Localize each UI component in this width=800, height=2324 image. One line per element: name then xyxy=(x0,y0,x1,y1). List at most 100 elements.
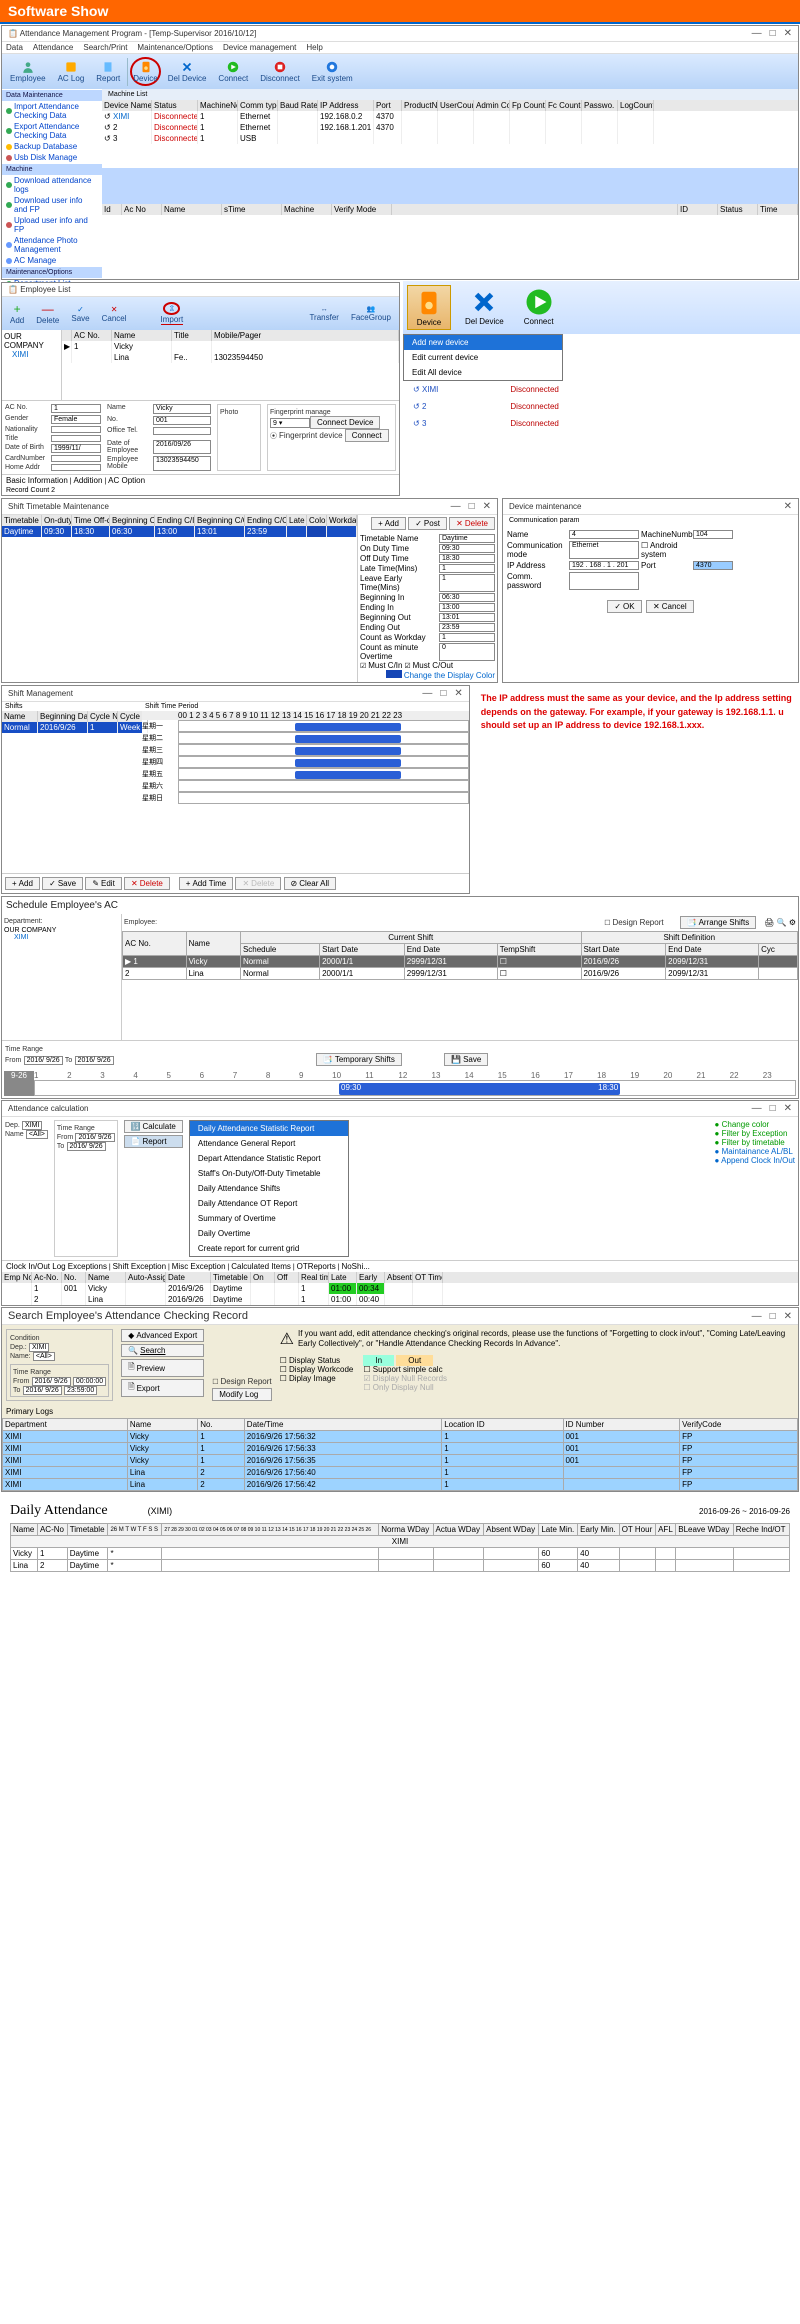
banner: Software Show xyxy=(0,0,800,24)
save-sched-btn[interactable]: 💾 Save xyxy=(444,1053,488,1066)
schedule-table: AC No.Name Current Shift Shift Definitio… xyxy=(122,931,798,980)
sidebar: Data Maintenance Import Attendance Check… xyxy=(2,89,102,279)
search-btn[interactable]: 🔍 Search xyxy=(121,1344,204,1357)
report-menu[interactable]: Daily Attendance Statistic Report Attend… xyxy=(189,1120,349,1257)
device-maint-window: Device maintenance✕ Communication param … xyxy=(502,498,799,683)
machine-grid-header: Device NameStatusMachineNo.Comm typeBaud… xyxy=(102,100,798,111)
table-row: Lina2Daytime*6040 xyxy=(11,1560,790,1572)
table-row[interactable]: 2LinaNormal2000/1/12999/12/31☐2016/9/262… xyxy=(123,968,798,980)
acno-input[interactable]: 1 xyxy=(51,404,101,413)
device-row[interactable]: ↺ XIMIDisconnected xyxy=(403,381,800,398)
main-window: 📋 Attendance Management Program - [Temp-… xyxy=(1,25,799,280)
table-row[interactable]: XIMILina22016/9/26 17:56:401FP xyxy=(3,1467,798,1479)
sm-deltime[interactable]: ✕ Delete xyxy=(235,877,281,890)
device-big-btn[interactable]: Device xyxy=(407,285,451,330)
save-btn[interactable]: ✓Save xyxy=(66,303,94,325)
tab-machine-list[interactable]: Machine List xyxy=(102,89,798,100)
table-row[interactable]: ▶ 1VickyNormal2000/1/12999/12/31☐2016/9/… xyxy=(123,956,798,968)
gender-select[interactable]: Female xyxy=(51,415,101,424)
ip-help-text: The IP address must the same as your dev… xyxy=(481,692,792,733)
modify-log-btn[interactable]: Modify Log xyxy=(212,1388,271,1401)
transfer-btn[interactable]: ↔Transfer xyxy=(304,304,344,324)
menu-edit-current[interactable]: Edit current device xyxy=(404,350,562,365)
toolbar: Employee AC Log Report Device Del Device… xyxy=(2,54,798,89)
tree-dept[interactable]: XIMI xyxy=(4,350,59,359)
tt-add[interactable]: + Add xyxy=(371,517,406,530)
sidebar-ul-user[interactable]: Upload user info and FP xyxy=(2,215,102,235)
menu-add-device[interactable]: Add new device xyxy=(404,335,562,350)
sm-addtime[interactable]: + Add Time xyxy=(179,877,233,890)
primary-logs-table: DepartmentNameNo.Date/TimeLocation IDID … xyxy=(2,1418,798,1491)
change-color-link[interactable]: Change the Display Color xyxy=(404,671,495,680)
export-btn[interactable]: 🗎 Export xyxy=(121,1379,204,1397)
schedule-emp-window: Schedule Employee's AC Department: OUR C… xyxy=(1,896,799,1099)
table-row[interactable]: XIMILina22016/9/26 17:56:421FP xyxy=(3,1479,798,1491)
device-menu[interactable]: Add new device Edit current device Edit … xyxy=(403,334,563,381)
machine-row[interactable]: ↺ 3Disconnected1USB xyxy=(102,133,798,144)
table-row[interactable]: XIMIVicky12016/9/26 17:56:321001FP xyxy=(3,1431,798,1443)
table-row: Vicky1Daytime*6040 xyxy=(11,1548,790,1560)
sm-edit[interactable]: ✎ Edit xyxy=(85,877,122,890)
device-button[interactable]: Device xyxy=(130,57,160,86)
titlebar: 📋 Attendance Management Program - [Temp-… xyxy=(2,26,798,42)
tree-company[interactable]: OUR COMPANY xyxy=(4,332,59,350)
report-button[interactable]: Report xyxy=(91,58,125,85)
preview-btn[interactable]: 🗎 Preview xyxy=(121,1359,204,1377)
aclog-button[interactable]: AC Log xyxy=(53,58,90,85)
sidebar-ac-manage[interactable]: AC Manage xyxy=(2,255,102,266)
app-icon: 📋 xyxy=(8,29,18,38)
dm-name-input[interactable]: 4 xyxy=(569,530,639,539)
temp-shifts-btn[interactable]: 📑 Temporary Shifts xyxy=(316,1053,402,1066)
sidebar-import-data[interactable]: Import Attendance Checking Data xyxy=(2,101,102,121)
device-row[interactable]: ↺ 3Disconnected xyxy=(403,415,800,432)
info-text: If you want add, edit attendance checkin… xyxy=(298,1329,794,1350)
window-controls[interactable]: —□✕ xyxy=(744,28,792,39)
sidebar-dl-user[interactable]: Download user info and FP xyxy=(2,195,102,215)
menubar[interactable]: DataAttendanceSearch/PrintMaintenance/Op… xyxy=(2,42,798,54)
machine-row[interactable]: ↺ 2Disconnected1Ethernet192.168.1.201437… xyxy=(102,122,798,133)
device-row[interactable]: ↺ 2Disconnected xyxy=(403,398,800,415)
disconnect-button[interactable]: Disconnect xyxy=(255,58,305,85)
del-btn[interactable]: —Delete xyxy=(31,300,64,327)
adv-export-btn[interactable]: ◆ Advanced Export xyxy=(121,1329,204,1342)
sidebar-export-data[interactable]: Export Attendance Checking Data xyxy=(2,121,102,141)
facegroup-btn[interactable]: 👥FaceGroup xyxy=(346,303,396,324)
machine-row[interactable]: ↺ XIMIDisconnected1Ethernet192.168.0.243… xyxy=(102,111,798,122)
add-btn[interactable]: +Add xyxy=(5,300,29,327)
conn-device-btn[interactable]: Connect Device xyxy=(310,416,380,429)
attendance-calc-window: Attendance calculation—□✕ Dep. XIMI Name… xyxy=(1,1100,799,1306)
sidebar-usb-disk[interactable]: Usb Disk Manage xyxy=(2,152,102,163)
deldevice-button[interactable]: Del Device xyxy=(163,58,212,85)
report-btn[interactable]: 📄 Report xyxy=(124,1135,183,1148)
shift-mgmt-window: Shift Management—□✕ Shifts NameBeginning… xyxy=(1,685,470,894)
sidebar-backup-db[interactable]: Backup Database xyxy=(2,141,102,152)
shift-timetable-window: Shift Timetable Maintenance—□✕ Timetable… xyxy=(1,498,498,683)
sidebar-dl-logs[interactable]: Download attendance logs xyxy=(2,175,102,195)
menu-edit-all[interactable]: Edit All device xyxy=(404,365,562,380)
sidebar-photo-mgmt[interactable]: Attendance Photo Management xyxy=(2,235,102,255)
dept-tree-node[interactable]: XIMI xyxy=(4,934,119,941)
sm-clearall[interactable]: ⊘ Clear All xyxy=(284,877,337,890)
cancel-btn[interactable]: ✕Cancel xyxy=(97,303,132,325)
sm-add[interactable]: + Add xyxy=(5,877,40,890)
tt-delete[interactable]: ✕ Delete xyxy=(449,517,495,530)
connect-button[interactable]: Connect xyxy=(213,58,253,85)
sm-delete[interactable]: ✕ Delete xyxy=(124,877,170,890)
dept-tree-root[interactable]: OUR COMPANY xyxy=(4,927,119,934)
employee-list-window: 📋 Employee List +Add —Delete ✓Save ✕Canc… xyxy=(1,282,400,496)
table-row[interactable]: XIMIVicky12016/9/26 17:56:351001FP xyxy=(3,1455,798,1467)
employee-button[interactable]: Employee xyxy=(5,58,51,85)
dm-cancel[interactable]: ✕ Cancel xyxy=(646,600,694,613)
sm-save[interactable]: ✓ Save xyxy=(42,877,83,890)
tab-basic[interactable]: Basic Information xyxy=(6,476,68,485)
table-row[interactable]: XIMIVicky12016/9/26 17:56:331001FP xyxy=(3,1443,798,1455)
arrange-btn[interactable]: 📑 Arrange Shifts xyxy=(680,916,757,929)
exit-button[interactable]: Exit system xyxy=(307,58,358,85)
deldevice-big-btn[interactable]: Del Device xyxy=(459,285,510,330)
connect-big-btn[interactable]: Connect xyxy=(518,285,560,330)
tt-post[interactable]: ✓ Post xyxy=(408,517,447,530)
import-btn[interactable]: ⇫Import xyxy=(156,300,189,327)
dm-ok[interactable]: ✓ OK xyxy=(607,600,641,613)
calc-btn[interactable]: 🔢 Calculate xyxy=(124,1120,183,1133)
device-big-toolbar: Device Del Device Connect xyxy=(403,281,800,334)
